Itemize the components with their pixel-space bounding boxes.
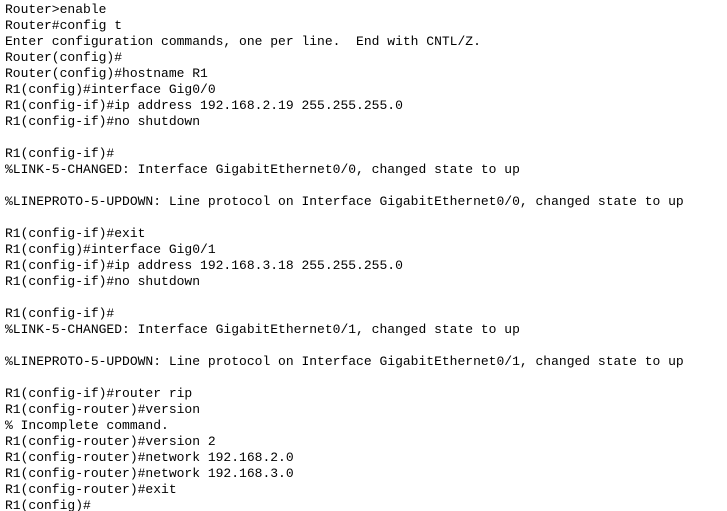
terminal-line: R1(config)# [5, 498, 91, 511]
terminal-line: R1(config-if)#exit [5, 226, 146, 241]
terminal-line: %LINEPROTO-5-UPDOWN: Line protocol on In… [5, 354, 684, 369]
terminal-line: %LINEPROTO-5-UPDOWN: Line protocol on In… [5, 194, 684, 209]
terminal-line: R1(config-router)#version [5, 402, 201, 417]
terminal-line: R1(config-router)#exit [5, 482, 177, 497]
terminal-line: %LINK-5-CHANGED: Interface GigabitEthern… [5, 162, 520, 177]
terminal-line: %LINK-5-CHANGED: Interface GigabitEthern… [5, 322, 520, 337]
cli-terminal-output[interactable]: Router>enable Router#config t Enter config… [0, 0, 727, 511]
terminal-line: R1(config-router)#network 192.168.3.0 [5, 466, 294, 481]
terminal-line: R1(config-if)#no shutdown [5, 274, 201, 289]
terminal-line: Enter configuration commands, one per li… [5, 34, 481, 49]
terminal-line: Router#config t [5, 18, 123, 33]
terminal-line: R1(config-if)#router rip [5, 386, 193, 401]
terminal-line: R1(config-if)#no shutdown [5, 114, 201, 129]
terminal-line: Router>enable [5, 2, 107, 17]
terminal-line: R1(config)#interface Gig0/0 [5, 82, 216, 97]
terminal-line: R1(config-if)#ip address 192.168.2.19 25… [5, 98, 403, 113]
terminal-line: R1(config-router)#network 192.168.2.0 [5, 450, 294, 465]
terminal-line: R1(config-if)# [5, 146, 115, 161]
terminal-line: % Incomplete command. [5, 418, 169, 433]
terminal-line: Router(config)# [5, 50, 123, 65]
terminal-line: Router(config)#hostname R1 [5, 66, 208, 81]
terminal-line: R1(config-if)#ip address 192.168.3.18 25… [5, 258, 403, 273]
terminal-line: R1(config-if)# [5, 306, 115, 321]
terminal-line: R1(config-router)#version 2 [5, 434, 216, 449]
terminal-line: R1(config)#interface Gig0/1 [5, 242, 216, 257]
